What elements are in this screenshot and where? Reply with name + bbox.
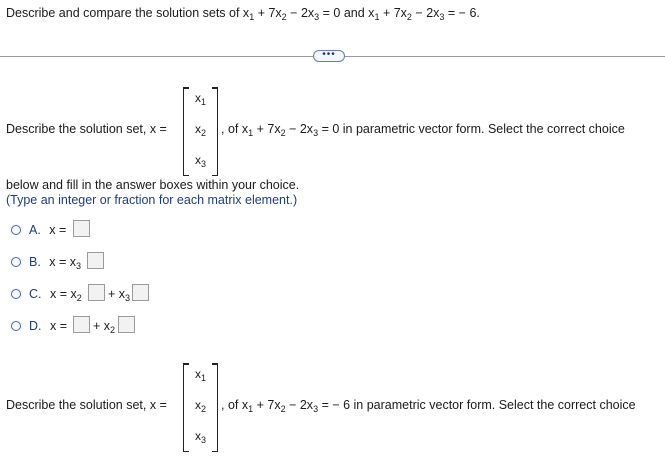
option-d-plus: + x2 [93,319,116,335]
hint-line: (Type an integer or fraction for each ma… [6,193,298,207]
option-c-answer-box-2[interactable] [132,284,149,301]
expand-button[interactable]: ••• [313,50,345,62]
vector-entry: x2 [194,122,206,138]
instruction-line: below and fill in the answer boxes withi… [6,178,300,192]
option-a-radio[interactable] [11,225,21,235]
option-d-answer-box-1[interactable] [73,316,90,333]
vector-entry: x3 [194,429,206,445]
vector-entry: x2 [194,398,206,414]
option-d-label: D. x = [29,319,68,333]
option-c-answer-box-1[interactable] [88,284,105,301]
vector-entry: x3 [194,153,206,169]
option-d-answer-box-2[interactable] [118,316,135,333]
vector-entry: x1 [194,367,206,383]
option-c-plus: + x3 [108,287,131,303]
option-b-answer-box[interactable] [87,252,104,269]
option-b-label: B. x = x3 [29,255,82,271]
option-c-radio[interactable] [11,289,21,299]
option-d-radio[interactable] [11,321,21,331]
part1-tail: , of x1 + 7x2 − 2x3 = 0 in parametric ve… [221,122,625,138]
vector-entry: x1 [194,91,206,107]
solution-vector-matrix-2: x1 x2 x3 [183,363,218,452]
part1-lead: Describe the solution set, x = [6,122,167,136]
option-a-label: A. x = [29,223,67,237]
part2-lead: Describe the solution set, x = [6,398,167,412]
option-c-label: C. x = x2 [29,287,82,303]
part2-tail: , of x1 + 7x2 − 2x3 = − 6 in parametric … [221,398,636,414]
solution-vector-matrix: x1 x2 x3 [183,87,218,176]
question-text: Describe and compare the solution sets o… [6,6,480,22]
option-b-radio[interactable] [11,257,21,267]
option-a-answer-box[interactable] [73,220,90,237]
